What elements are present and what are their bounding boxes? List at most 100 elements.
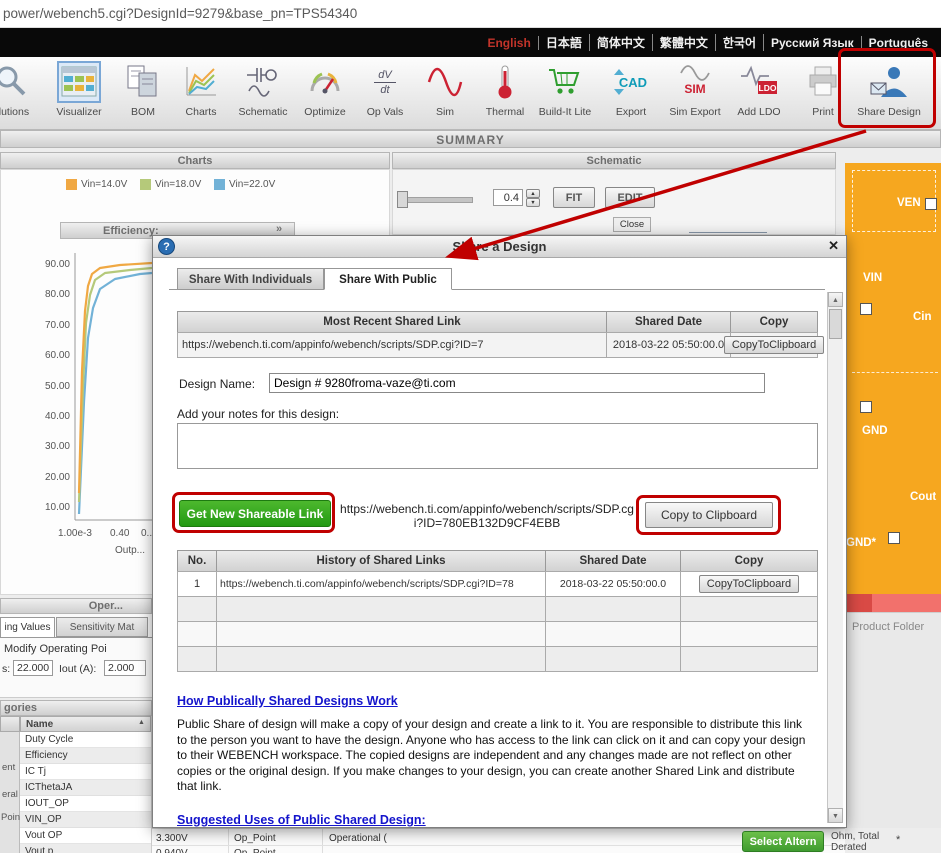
lang-english[interactable]: English [480, 35, 539, 50]
toolbar-item-share-design[interactable]: Share Design [852, 61, 926, 118]
cin-checkbox[interactable] [860, 303, 872, 315]
recent-link-cell[interactable]: https://webench.ti.com/appinfo/webench/s… [177, 332, 607, 358]
category-row[interactable]: IC Tj [20, 764, 151, 780]
group-header-cell [0, 716, 20, 732]
tab-share-with-public[interactable]: Share With Public [324, 268, 452, 290]
toolbar-item-opvals[interactable]: dV dt Op Vals [354, 61, 416, 119]
lang-korean[interactable]: 한국어 [716, 34, 764, 51]
y-axis-label: 40.00 [44, 411, 70, 422]
chevron-right-icon[interactable]: » [276, 223, 282, 235]
zoom-step-up-button[interactable]: ▲ [526, 189, 540, 198]
recent-link-table: Most Recent Shared Link Shared Date Copy… [177, 311, 825, 358]
sort-ascending-icon[interactable]: ▲ [138, 719, 145, 726]
notes-textarea[interactable] [177, 423, 818, 469]
toolbar-item-optimize[interactable]: Optimize [294, 61, 356, 118]
lang-traditional-chinese[interactable]: 繁體中文 [653, 34, 716, 51]
dialog-scrollbar[interactable]: ▲ ▼ [827, 292, 843, 823]
cin-label: Cin [913, 311, 932, 323]
legend-swatch [214, 179, 225, 190]
gnd2-checkbox[interactable] [888, 532, 900, 544]
close-chip[interactable]: Close [613, 217, 651, 232]
ldo-icon: LDO [741, 65, 777, 94]
cad-export-icon: CAD [614, 69, 647, 95]
gnd-checkbox[interactable] [860, 401, 872, 413]
lang-simplified-chinese[interactable]: 简体中文 [590, 34, 653, 51]
zoom-slider-track[interactable] [401, 197, 473, 203]
toolbar-item-thermal[interactable]: Thermal [474, 61, 536, 118]
url-bar[interactable]: power/webench5.cgi?DesignId=9279&base_pn… [0, 0, 941, 28]
scroll-up-button[interactable]: ▲ [828, 292, 843, 307]
category-row[interactable]: ICThetaJA [20, 780, 151, 796]
tab-operating-values[interactable]: ing Values [0, 617, 55, 637]
product-folder-link[interactable]: Product Folder [852, 621, 924, 633]
toolbar-item-solutions[interactable]: olutions [0, 61, 42, 118]
history-empty-row [177, 621, 818, 647]
copy-to-clipboard-button[interactable]: CopyToClipboard [723, 336, 825, 354]
summary-bar: SUMMARY [0, 130, 941, 148]
vin-label: VIN [863, 272, 883, 284]
group-label: ent [2, 762, 16, 773]
name-column-header[interactable]: Name [20, 716, 151, 732]
toolbar-item-print[interactable]: Print [792, 61, 854, 118]
history-no-cell: 1 [177, 571, 217, 597]
copy-to-clipboard-button[interactable]: CopyToClipboard [698, 575, 800, 593]
category-row[interactable]: Vout p [20, 844, 151, 853]
share-link-text[interactable]: https://webench.ti.com/appinfo/webench/s… [338, 502, 636, 530]
help-icon[interactable]: ? [158, 238, 175, 255]
fit-button[interactable]: FIT [553, 187, 595, 208]
history-row: 1 https://webench.ti.com/appinfo/webench… [177, 571, 818, 597]
scroll-down-button[interactable]: ▼ [828, 808, 843, 823]
lang-japanese[interactable]: 日本語 [539, 34, 590, 51]
toolbar-item-bom[interactable]: BOM [112, 61, 174, 118]
history-date-cell: 2018-03-22 05:50:00.0 [545, 571, 681, 597]
value-cell: 0.940V [156, 848, 188, 853]
zoom-slider-handle[interactable] [397, 191, 408, 208]
toolbar-item-visualizer[interactable]: Visualizer [48, 61, 110, 118]
category-row[interactable]: Vout OP [20, 828, 151, 844]
modify-operating-point-link[interactable]: Modify Operating Poi [4, 643, 107, 655]
operating-panel-header: Oper... [0, 598, 152, 614]
lang-portuguese[interactable]: Português [862, 36, 935, 50]
toolbar-item-charts[interactable]: Charts [170, 61, 232, 118]
ohm-total-text: Ohm, Total [831, 831, 880, 842]
select-alternate-button[interactable]: Select Altern [742, 831, 824, 852]
y-axis-label: 90.00 [44, 259, 70, 270]
toolbar-item-schematic[interactable]: Schematic [232, 61, 294, 118]
value-cell: 3.300V [156, 833, 188, 844]
language-bar: English 日本語 简体中文 繁體中文 한국어 Русский Язык P… [0, 28, 941, 57]
vin-field-input[interactable]: 22.000 [13, 660, 53, 676]
toolbar-item-export[interactable]: CAD Export [600, 61, 662, 118]
copy-to-clipboard-main-button[interactable]: Copy to Clipboard [645, 502, 773, 528]
suggested-uses-heading[interactable]: Suggested Uses of Public Shared Design: [177, 813, 426, 827]
category-row[interactable]: IOUT_OP [20, 796, 151, 812]
y-axis-label: 50.00 [44, 381, 70, 392]
category-row[interactable]: Efficiency [20, 748, 151, 764]
design-name-input[interactable] [269, 373, 765, 393]
lang-russian[interactable]: Русский Язык [764, 35, 862, 50]
close-icon[interactable]: ✕ [828, 238, 839, 254]
toolbar-item-addldo[interactable]: LDO Add LDO [728, 61, 790, 118]
edit-button[interactable]: EDIT [605, 187, 655, 208]
tab-sensitivity-matrix[interactable]: Sensitivity Mat [56, 617, 148, 637]
share-design-icon [870, 67, 907, 97]
ven-checkbox[interactable] [925, 198, 937, 210]
operating-panel-body: ing Values Sensitivity Mat Modify Operat… [0, 614, 152, 698]
get-new-shareable-link-button[interactable]: Get New Shareable Link [179, 500, 331, 527]
history-link-cell[interactable]: https://webench.ti.com/appinfo/webench/s… [216, 571, 546, 597]
how-shared-designs-heading[interactable]: How Publically Shared Designs Work [177, 694, 398, 708]
toolbar-item-simexport[interactable]: SIM Sim Export [664, 61, 726, 118]
optimize-icon [310, 72, 340, 94]
zoom-step-down-button[interactable]: ▼ [526, 198, 540, 207]
category-row[interactable]: VIN_OP [20, 812, 151, 828]
legend-item-vin18: Vin=18.0V [140, 179, 201, 190]
zoom-value[interactable]: 0.4 [493, 189, 523, 206]
toolbar: olutions Visualizer BOM [0, 57, 941, 130]
category-row[interactable]: Duty Cycle [20, 732, 151, 748]
toolbar-item-sim[interactable]: Sim [414, 61, 476, 118]
group-column: ent eral Point [0, 732, 23, 853]
tab-share-with-individuals[interactable]: Share With Individuals [177, 268, 324, 290]
column-header: Copy [730, 311, 818, 333]
toolbar-item-buildit[interactable]: Build-It Lite [534, 61, 596, 118]
scroll-thumb[interactable] [829, 309, 842, 339]
iout-field-input[interactable]: 2.000 [104, 660, 146, 676]
